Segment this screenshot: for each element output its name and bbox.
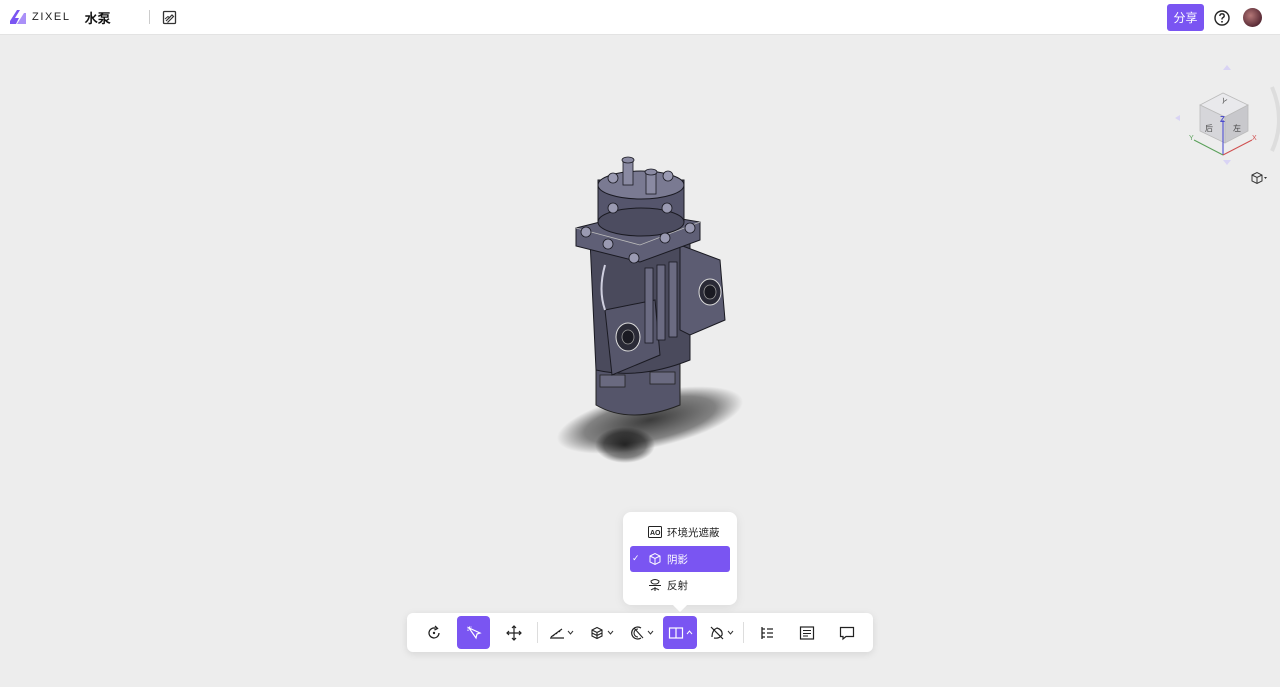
document-title: 水泵 bbox=[84, 11, 111, 27]
render-mode-button[interactable] bbox=[663, 616, 697, 649]
comment-button[interactable] bbox=[830, 616, 863, 649]
chevron-down-icon bbox=[727, 630, 734, 635]
axis-y-label: Y bbox=[1189, 135, 1194, 142]
view-cube[interactable]: Y Z 后 左 Y X bbox=[1174, 65, 1280, 170]
menu-item-label: 阴影 bbox=[667, 553, 688, 566]
chevron-down-icon bbox=[607, 630, 614, 635]
model-tree-icon bbox=[760, 626, 773, 639]
zixel-logo-icon bbox=[10, 10, 26, 24]
pan-button[interactable] bbox=[497, 616, 530, 649]
measure-icon bbox=[550, 628, 564, 639]
explode-view-icon bbox=[591, 626, 603, 639]
orbit-arc[interactable] bbox=[1270, 86, 1280, 152]
pan-move-icon bbox=[505, 624, 522, 641]
cube-face-left[interactable]: 后 bbox=[1205, 123, 1213, 133]
chevron-up-icon bbox=[686, 630, 692, 635]
hide-isolate-icon bbox=[710, 626, 724, 639]
logo-text: ZIXEL bbox=[32, 11, 71, 23]
rotate-button[interactable] bbox=[417, 616, 450, 649]
rotate-icon bbox=[427, 625, 440, 639]
section-button[interactable] bbox=[625, 616, 658, 649]
hide-isolate-button[interactable] bbox=[705, 616, 738, 649]
check-icon: ✓ bbox=[632, 554, 640, 564]
header-actions: 分享 bbox=[1167, 4, 1262, 31]
toolbar-divider bbox=[537, 622, 538, 643]
render-mode-icon bbox=[668, 626, 683, 639]
edit-image-icon bbox=[162, 10, 177, 24]
menu-item-reflection[interactable]: 反射 bbox=[630, 572, 730, 598]
menu-item-label: 反射 bbox=[667, 579, 688, 592]
top-bar: ZIXEL 水泵 分享 bbox=[0, 0, 1280, 35]
model-tree-button[interactable] bbox=[750, 616, 783, 649]
cooling-fins bbox=[644, 261, 678, 344]
toolbar-divider bbox=[743, 622, 744, 643]
select-pointer-icon bbox=[466, 626, 482, 639]
ao-icon: AO bbox=[648, 525, 662, 539]
explode-button[interactable] bbox=[585, 616, 618, 649]
properties-button[interactable] bbox=[790, 616, 823, 649]
measure-button[interactable] bbox=[545, 616, 578, 649]
model-shadow-tail bbox=[595, 427, 655, 463]
comment-icon bbox=[839, 626, 854, 640]
help-icon[interactable] bbox=[1213, 9, 1231, 27]
divider bbox=[148, 10, 150, 24]
zixel-logo[interactable]: ZIXEL bbox=[8, 7, 71, 27]
view-mode-dropdown[interactable] bbox=[1249, 170, 1269, 186]
section-icon bbox=[631, 625, 644, 640]
edit-document-button[interactable] bbox=[162, 9, 178, 25]
select-button[interactable] bbox=[457, 616, 490, 649]
bottom-toolbar bbox=[407, 613, 873, 652]
render-options-menu: AO 环境光遮蔽 ✓ 阴影 反射 bbox=[623, 512, 737, 605]
menu-item-ambient-occlusion[interactable]: AO 环境光遮蔽 bbox=[630, 519, 730, 545]
share-button[interactable]: 分享 bbox=[1167, 4, 1204, 31]
user-avatar[interactable] bbox=[1243, 8, 1262, 27]
properties-list-icon bbox=[799, 625, 814, 640]
menu-item-shadow[interactable]: ✓ 阴影 bbox=[630, 546, 730, 572]
cube-face-right[interactable]: 左 bbox=[1233, 123, 1241, 133]
svg-text:AO: AO bbox=[650, 530, 661, 537]
cube-dropdown-icon bbox=[1251, 171, 1267, 185]
reflection-icon bbox=[648, 578, 662, 592]
menu-item-label: 环境光遮蔽 bbox=[667, 526, 720, 539]
axis-x-label: X bbox=[1252, 135, 1257, 142]
cube-shadow-icon bbox=[648, 552, 662, 566]
chevron-down-icon bbox=[647, 630, 654, 635]
chevron-down-icon bbox=[567, 630, 574, 635]
